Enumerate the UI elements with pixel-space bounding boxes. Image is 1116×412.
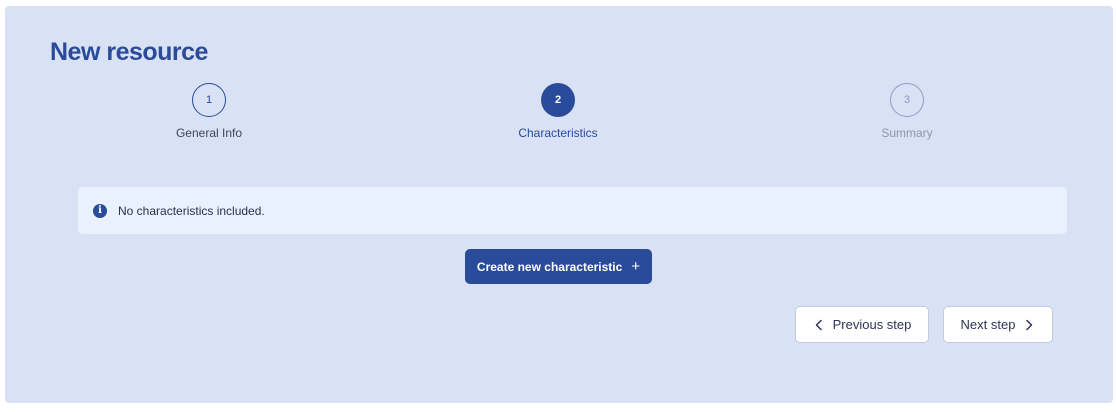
page-title: New resource [50, 38, 208, 66]
previous-step-button[interactable]: Previous step [795, 306, 929, 343]
chevron-right-icon [1026, 319, 1033, 330]
info-icon: i [93, 203, 107, 218]
step-label: Summary [881, 126, 933, 140]
step-general-info[interactable]: 1 General Info [129, 83, 289, 140]
create-characteristic-label: Create new characteristic [476, 259, 623, 274]
step-number-circle: 3 [890, 83, 924, 117]
new-resource-panel: New resource 1 General Info 2 Characteri… [5, 6, 1113, 403]
step-characteristics[interactable]: 2 Characteristics [478, 83, 638, 140]
plus-icon: + [631, 258, 641, 275]
previous-step-label: Previous step [832, 317, 912, 332]
stepper: 1 General Info 2 Characteristics 3 Summa… [5, 83, 1113, 153]
step-number-circle: 1 [192, 83, 226, 117]
chevron-left-icon [815, 319, 822, 330]
step-number-circle: 2 [541, 83, 575, 117]
step-summary[interactable]: 3 Summary [827, 83, 987, 140]
next-step-button[interactable]: Next step [943, 306, 1053, 343]
create-characteristic-button[interactable]: Create new characteristic + [465, 249, 652, 284]
info-message: No characteristics included. [118, 203, 265, 218]
next-step-label: Next step [960, 317, 1016, 332]
info-message-box: i No characteristics included. [78, 187, 1067, 234]
step-label: Characteristics [518, 126, 598, 140]
step-label: General Info [175, 126, 243, 140]
